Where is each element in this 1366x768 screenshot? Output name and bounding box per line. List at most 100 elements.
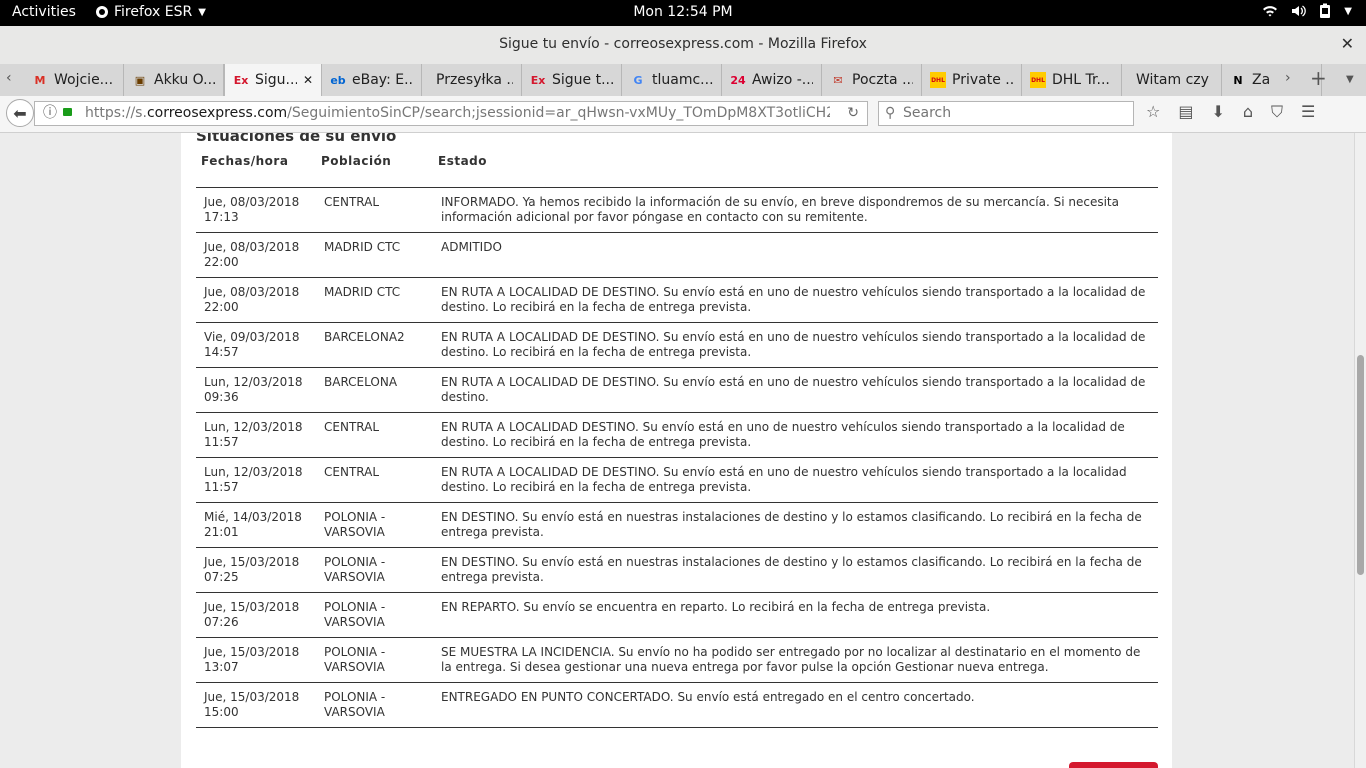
row-date: Jue, 08/03/2018 17:13 <box>196 187 316 233</box>
battery-icon <box>1320 3 1331 18</box>
url-prefix: https://s. <box>85 105 147 121</box>
lock-icon[interactable] <box>63 108 72 116</box>
chevron-down-icon: ▼ <box>1344 5 1352 17</box>
correos-icon: Ex <box>233 73 249 87</box>
window-title-bar: Sigue tu envío - correosexpress.com - Mo… <box>0 26 1366 65</box>
tab-label: Awizo -... <box>752 72 813 88</box>
table-row: Jue, 08/03/2018 22:00 MADRID CTC ADMITIDO <box>196 232 1158 278</box>
back-button[interactable]: ⬅ <box>6 99 34 127</box>
row-status: EN RUTA A LOCALIDAD DE DESTINO. Su envío… <box>433 277 1158 323</box>
vertical-scrollbar[interactable] <box>1354 133 1366 768</box>
row-status: ENTREGADO EN PUNTO CONCERTADO. Su envío … <box>433 682 1158 728</box>
tab-4[interactable]: Przesyłka ... <box>422 64 522 96</box>
row-place: POLONIA - VARSOVIA <box>316 637 433 683</box>
reading-list-icon[interactable]: ▤ <box>1178 102 1193 122</box>
tab-8[interactable]: ✉ Poczta ... <box>822 64 922 96</box>
tab-11[interactable]: Witam czy ... <box>1122 64 1222 96</box>
row-status: EN RUTA A LOCALIDAD DESTINO. Su envío es… <box>433 412 1158 458</box>
pocket-icon[interactable]: ⛉ <box>1271 102 1283 122</box>
tab-label: Wojcie... <box>54 72 114 88</box>
table-row: Jue, 08/03/2018 22:00 MADRID CTC EN RUTA A… <box>196 277 1158 323</box>
ebay-icon: eb <box>330 73 346 87</box>
row-date: Vie, 09/03/2018 14:57 <box>196 322 316 368</box>
row-place: BARCELONA2 <box>316 322 433 368</box>
close-window-button[interactable]: ✕ <box>1341 34 1354 53</box>
row-status: ADMITIDO <box>433 232 1158 278</box>
tab-label: Akku O... <box>154 72 215 88</box>
new-tab-button[interactable]: + <box>1310 66 1327 90</box>
row-place: CENTRAL <box>316 457 433 503</box>
row-status: EN REPARTO. Su envío se encuentra en rep… <box>433 592 1158 638</box>
tab-label: Poczta ... <box>852 72 913 88</box>
row-status: INFORMADO. Ya hemos recibido la informac… <box>433 187 1158 233</box>
table-row: Mié, 14/03/2018 21:01 POLONIA - VARSOVIA E… <box>196 502 1158 548</box>
row-date: Lun, 12/03/2018 09:36 <box>196 367 316 413</box>
url-text[interactable]: https://s.correosexpress.com/Seguimiento… <box>85 102 830 125</box>
system-top-bar: Activities Firefox ESR ▼ Mon 12:54 PM ▼ <box>0 0 1366 26</box>
row-status: EN RUTA A LOCALIDAD DE DESTINO. Su envío… <box>433 322 1158 368</box>
system-tray[interactable]: ▼ <box>1262 3 1352 19</box>
row-status: SE MUESTRA LA INCIDENCIA. Su envío no ha… <box>433 637 1158 683</box>
tab-scroll-left-icon[interactable]: ‹ <box>6 70 12 86</box>
close-tab-icon[interactable]: ✕ <box>303 73 313 87</box>
tab-label: Za <box>1252 72 1271 88</box>
tab-3[interactable]: eb eBay: E... <box>322 64 422 96</box>
row-status: EN DESTINO. Su envío está en nuestras in… <box>433 547 1158 593</box>
tab-label: eBay: E... <box>352 72 413 88</box>
activities-button[interactable]: Activities <box>12 4 76 20</box>
tab-scroll-right-icon[interactable]: › <box>1285 70 1291 86</box>
tab-label: Przesyłka ... <box>436 72 513 88</box>
scrollbar-thumb[interactable] <box>1357 355 1364 575</box>
bookmark-star-icon[interactable]: ☆ <box>1146 102 1160 122</box>
dpd-icon: 24 <box>730 73 746 87</box>
search-input[interactable]: ⚲ Search <box>878 101 1134 126</box>
row-place: BARCELONA <box>316 367 433 413</box>
table-row: Lun, 12/03/2018 11:57 CENTRAL EN RUTA A LO… <box>196 457 1158 503</box>
row-date: Jue, 15/03/2018 13:07 <box>196 637 316 683</box>
dhl-icon: DHL <box>1030 72 1046 88</box>
tab-7[interactable]: 24 Awizo -... <box>722 64 822 96</box>
row-place: CENTRAL <box>316 412 433 458</box>
downloads-icon[interactable]: ⬇ <box>1211 102 1224 122</box>
table-row: Jue, 15/03/2018 07:26 POLONIA - VARSOVIA E… <box>196 592 1158 638</box>
chevron-down-icon: ▼ <box>198 6 206 18</box>
volume-icon <box>1292 5 1307 17</box>
list-all-tabs-icon[interactable]: ▼ <box>1346 74 1354 85</box>
menu-icon[interactable]: ☰ <box>1301 102 1315 122</box>
reload-icon[interactable]: ↻ <box>847 102 859 125</box>
row-place: MADRID CTC <box>316 277 433 323</box>
row-place: CENTRAL <box>316 187 433 233</box>
tab-2[interactable]: Ex Sigu... ✕ <box>224 64 322 96</box>
tab-9[interactable]: DHL Private ... <box>922 64 1022 96</box>
search-icon: ⚲ <box>885 105 896 121</box>
app-menu[interactable]: Firefox ESR ▼ <box>96 4 206 20</box>
row-date: Lun, 12/03/2018 11:57 <box>196 457 316 503</box>
info-icon[interactable]: ⓘ <box>43 102 57 125</box>
tab-5[interactable]: Ex Sigue t... <box>522 64 622 96</box>
search-placeholder: Search <box>903 105 952 121</box>
tab-label: DHL Tr... <box>1052 72 1110 88</box>
tab-6[interactable]: Gtluamc... <box>622 64 722 96</box>
app-menu-label: Firefox ESR <box>114 4 193 20</box>
tab-strip: ‹ M Wojcie... ▣ Akku O... Ex Sigu... ✕ eb eBay: … <box>0 64 1366 97</box>
row-status: EN DESTINO. Su envío está en nuestras in… <box>433 502 1158 548</box>
url-path: /SeguimientoSinCP/search;jsessionid=ar_q… <box>287 105 830 121</box>
action-button[interactable] <box>1069 762 1158 768</box>
table-row: Jue, 15/03/2018 15:00 POLONIA - VARSOVIA E… <box>196 682 1158 728</box>
tab-12[interactable]: N Za <box>1222 64 1322 96</box>
tab-1[interactable]: ▣ Akku O... <box>124 64 224 96</box>
table-row: Jue, 15/03/2018 13:07 POLONIA - VARSOVIA S… <box>196 637 1158 683</box>
table-row: Jue, 15/03/2018 07:25 POLONIA - VARSOVIA E… <box>196 547 1158 593</box>
gmail-icon: M <box>34 73 46 87</box>
row-place: POLONIA - VARSOVIA <box>316 592 433 638</box>
tab-0[interactable]: M Wojcie... <box>24 64 124 96</box>
tab-label: Sigue t... <box>552 72 613 88</box>
page-viewport: Situaciones de su envío Fechas/hora Pobl… <box>0 133 1354 768</box>
window-title: Sigue tu envío - correosexpress.com - Mo… <box>499 36 867 52</box>
home-icon[interactable]: ⌂ <box>1243 102 1253 122</box>
dhl-icon: DHL <box>930 72 946 88</box>
url-bar[interactable]: ⓘ https://s.correosexpress.com/Seguimien… <box>34 101 868 126</box>
shop-icon: ▣ <box>134 73 146 87</box>
tab-10[interactable]: DHL DHL Tr... <box>1022 64 1122 96</box>
correos-icon: Ex <box>530 73 546 87</box>
